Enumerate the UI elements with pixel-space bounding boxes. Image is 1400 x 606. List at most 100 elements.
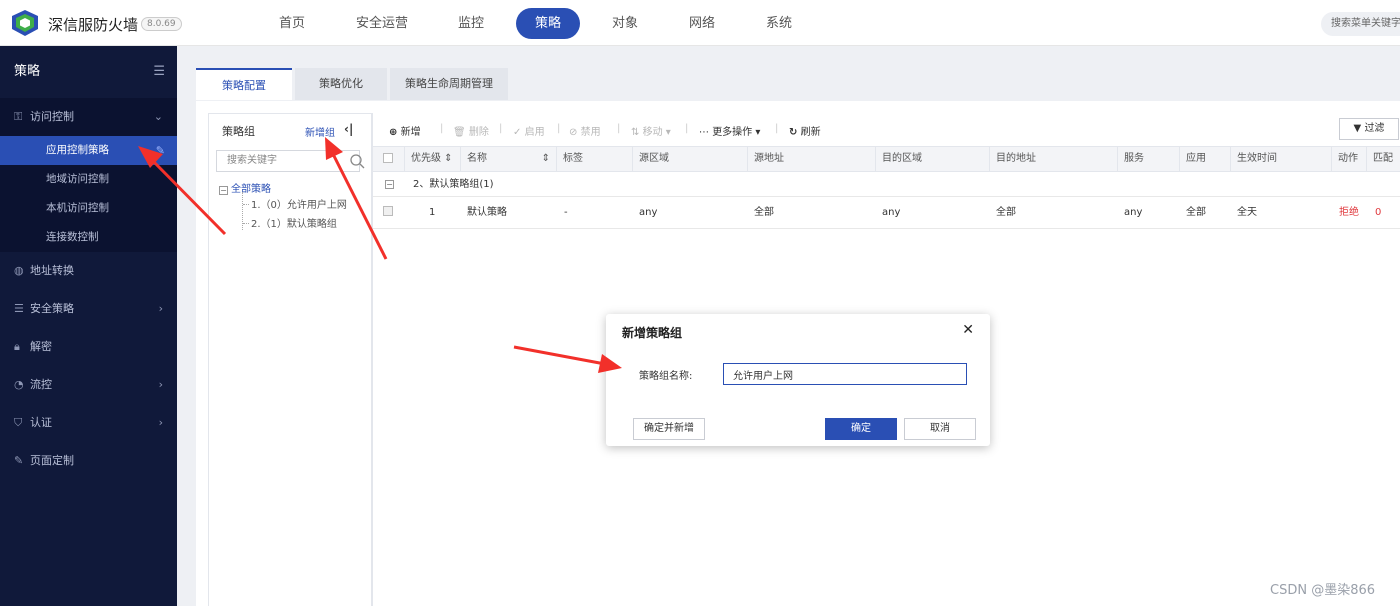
table-row[interactable]: 1 默认策略 - any 全部 any 全部 any 全部 全天 拒绝 0 [373, 197, 1400, 229]
sidebar-title: 策略 ☰ [0, 46, 177, 98]
refresh-icon: ↻ [789, 127, 798, 138]
dialog-title: 新增策略组 [622, 326, 683, 340]
toolbar-divider: | [617, 123, 621, 134]
collapse-panel-icon[interactable]: ‹| [344, 122, 353, 136]
toolbar-divider: | [685, 123, 689, 134]
trash-icon: 🗑︎ [453, 127, 466, 138]
col-match: 匹配 [1373, 153, 1393, 164]
filter-button[interactable]: ▼ 过滤 [1339, 118, 1399, 140]
sidebar-group-access-control[interactable]: ⚿ 访问控制 ⌄ [0, 98, 177, 136]
select-all-checkbox[interactable] [383, 153, 393, 163]
tree-node-allow-internet[interactable]: 1.（0）允许用户上网 [243, 196, 347, 211]
collapse-menu-icon[interactable]: ☰ [153, 46, 165, 98]
cell-action: 拒绝 [1339, 207, 1359, 218]
brand-name: 深信服防火墙 [48, 16, 139, 34]
flow-icon: ◔ [14, 378, 24, 391]
nav-system[interactable]: 系统 [752, 8, 806, 39]
close-icon[interactable]: ✕ [962, 322, 974, 338]
sidebar-item-geo-access[interactable]: 地域访问控制 [0, 165, 177, 194]
chevron-down-icon: ⌄ [153, 110, 163, 123]
enable-button[interactable]: ✓ 启用 [513, 123, 545, 138]
nav-network[interactable]: 网络 [675, 8, 729, 39]
confirm-and-add-button[interactable]: 确定并新增 [633, 418, 705, 440]
cell-app: 全部 [1186, 207, 1206, 218]
cell-dst-zone: any [882, 207, 901, 218]
csdn-watermark: CSDN @墨染866 [1270, 583, 1376, 598]
col-service: 服务 [1118, 147, 1180, 171]
group-name-input[interactable] [723, 363, 967, 385]
tab-policy-config[interactable]: 策略配置 [196, 68, 292, 100]
policy-toolbar: ⊕ 新增 | 🗑︎ 删除 | ✓ 启用 | ⊘ 禁用 | ⇅ 移动 ▾ | ⋯ … [373, 113, 1400, 146]
nav-home[interactable]: 首页 [265, 8, 319, 39]
cell-dst-addr: 全部 [996, 207, 1016, 218]
more-actions-button[interactable]: ⋯ 更多操作 ▾ [699, 123, 760, 138]
move-button[interactable]: ⇅ 移动 ▾ [631, 123, 671, 138]
group-row[interactable]: − 2、默认策略组(1) [373, 172, 1400, 197]
col-time: 生效时间 [1231, 147, 1332, 171]
col-src-addr: 源地址 [748, 147, 876, 171]
cell-priority: 1 [429, 207, 436, 218]
toolbar-divider: | [499, 123, 503, 134]
ok-button[interactable]: 确定 [825, 418, 897, 440]
sidebar-group-decrypt[interactable]: 🔒︎ 解密 [0, 328, 177, 366]
chevron-right-icon: › [158, 302, 163, 315]
chevron-right-icon: › [158, 378, 163, 391]
sort-icon[interactable]: ⇕ [542, 147, 550, 171]
delete-button[interactable]: 🗑︎ 删除 [453, 123, 489, 138]
sidebar-group-auth[interactable]: ⛉ 认证 › [0, 404, 177, 442]
version-badge: 8.0.69 [141, 17, 182, 31]
chevron-right-icon: › [158, 416, 163, 429]
col-priority[interactable]: 优先级 ⇕ [405, 147, 461, 171]
tab-policy-optimize[interactable]: 策略优化 [295, 68, 387, 100]
sidebar-item-local-access[interactable]: 本机访问控制 [0, 194, 177, 223]
sidebar-item-app-control[interactable]: 应用控制策略 ✎ [0, 136, 177, 165]
col-dst-zone: 目的区域 [876, 147, 990, 171]
sidebar: 策略 ☰ ⚿ 访问控制 ⌄ 应用控制策略 ✎ 地域访问控制 本机访问控制 连接数控… [0, 46, 177, 606]
lock-icon: 🔒︎ [14, 340, 20, 353]
globe-icon: ◍ [14, 264, 24, 277]
table-header: 优先级 ⇕ 名称 ⇕ 标签 源区域 源地址 目的区域 目的地址 服务 应用 生效时… [373, 146, 1400, 172]
ellipsis-icon: ⋯ [699, 127, 709, 138]
sidebar-item-connection-limit[interactable]: 连接数控制 [0, 223, 177, 252]
toolbar-divider: | [775, 123, 779, 134]
tree-root-all[interactable]: − 全部策略 [219, 180, 271, 195]
cell-name[interactable]: 默认策略 [467, 197, 507, 228]
col-tag: 标签 [557, 147, 633, 171]
collapse-toggle-icon[interactable]: − [385, 180, 394, 189]
sidebar-group-traffic-control[interactable]: ◔ 流控 › [0, 366, 177, 404]
add-policy-group-dialog: 新增策略组 ✕ 策略组名称: 确定并新增 确定 取消 [606, 314, 990, 446]
toolbar-divider: | [440, 123, 444, 134]
col-app: 应用 [1180, 147, 1231, 171]
collapse-toggle-icon[interactable]: − [219, 186, 228, 195]
nav-security-ops[interactable]: 安全运营 [342, 8, 422, 39]
col-src-zone: 源区域 [633, 147, 748, 171]
add-button[interactable]: ⊕ 新增 [389, 123, 421, 138]
edit-icon: ✎ [14, 454, 24, 467]
search-icon[interactable] [349, 153, 365, 169]
sidebar-group-security-policy[interactable]: ☰ 安全策略 › [0, 290, 177, 328]
group-name-label: 策略组名称: [639, 371, 693, 382]
cancel-button[interactable]: 取消 [904, 418, 976, 440]
nav-policy[interactable]: 策略 [516, 8, 580, 39]
sidebar-group-nat[interactable]: ◍ 地址转换 [0, 252, 177, 290]
refresh-button[interactable]: ↻ 刷新 [789, 123, 821, 138]
tree-title: 策略组 [222, 125, 255, 138]
nav-objects[interactable]: 对象 [598, 8, 652, 39]
sidebar-group-page-custom[interactable]: ✎ 页面定制 [0, 442, 177, 480]
disable-button[interactable]: ⊘ 禁用 [569, 123, 601, 138]
cell-match: 0 [1375, 207, 1382, 218]
header-checkbox-cell [373, 147, 405, 171]
tree-node-default-group[interactable]: 2.（1）默认策略组 [243, 215, 337, 230]
tab-policy-lifecycle[interactable]: 策略生命周期管理 [390, 68, 508, 100]
col-name[interactable]: 名称 ⇕ [461, 147, 557, 171]
row-checkbox[interactable] [383, 206, 393, 216]
cell-src-zone: any [639, 207, 658, 218]
policy-group-tree: 策略组 新增组 ‹| 搜索关键字 − 全部策略 1.（0）允许用户上网 2.（1）… [208, 113, 372, 606]
menu-search-input[interactable]: 搜索菜单关键字 [1321, 12, 1400, 36]
pin-icon[interactable]: ✎ [156, 136, 165, 165]
top-bar: 深信服防火墙 8.0.69 首页 安全运营 监控 策略 对象 网络 系统 搜索菜… [0, 0, 1400, 46]
tree-search-input[interactable]: 搜索关键字 [216, 150, 365, 172]
nav-monitor[interactable]: 监控 [444, 8, 498, 39]
cell-tag: - [564, 207, 568, 218]
add-group-link[interactable]: 新增组 [305, 124, 335, 139]
